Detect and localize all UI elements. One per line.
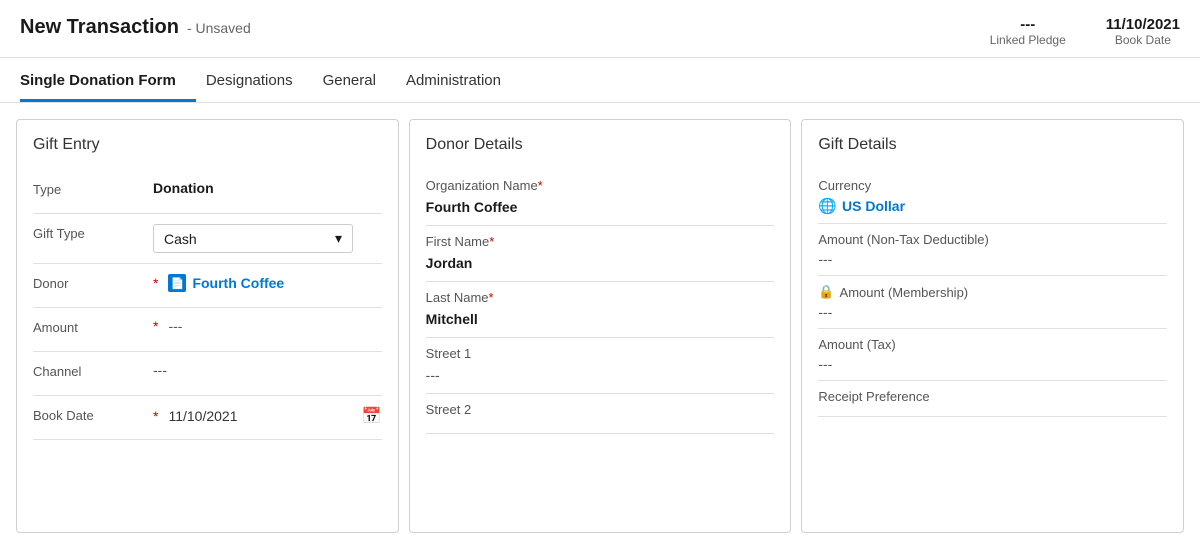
book-date-meta: 11/10/2021 Book Date [1106,16,1180,47]
amount-tax-label: Amount (Tax) [818,337,1167,352]
street2-label: Street 2 [426,402,775,417]
page-subtitle: - Unsaved [187,20,251,36]
street2-block: Street 2 [426,394,775,434]
street2-value [426,421,775,425]
book-date-value: 11/10/2021 [1106,16,1180,33]
amount-required-marker: * [153,318,158,334]
linked-pledge-label: Linked Pledge [990,33,1066,47]
last-name-block: Last Name* Mitchell [426,282,775,338]
currency-value[interactable]: 🌐 US Dollar [818,197,1167,215]
donor-required-marker: * [153,275,158,291]
tab-administration[interactable]: Administration [406,60,521,102]
book-date-field-value: 11/10/2021 [168,408,237,424]
first-name-value: Jordan [426,253,775,273]
amount-field-row: Amount * --- [33,308,382,352]
book-date-wrapper[interactable]: 11/10/2021 📅 [168,406,381,426]
currency-label: Currency [818,178,1167,193]
book-date-required-marker: * [153,408,158,424]
tab-bar: Single Donation Form Designations Genera… [0,60,1200,103]
donor-value[interactable]: 📄 Fourth Coffee [168,274,284,292]
channel-field-row: Channel --- [33,352,382,396]
gift-type-label: Gift Type [33,224,153,241]
header-meta-group: --- Linked Pledge 11/10/2021 Book Date [990,16,1180,47]
street1-block: Street 1 --- [426,338,775,394]
account-icon: 📄 [168,274,186,292]
globe-icon: 🌐 [818,197,837,215]
book-date-field-label: Book Date [33,406,153,423]
tab-designations[interactable]: Designations [206,60,313,102]
calendar-icon[interactable]: 📅 [362,406,382,426]
channel-label: Channel [33,362,153,379]
page-header: New Transaction - Unsaved --- Linked Ple… [0,0,1200,58]
org-name-value: Fourth Coffee [426,197,775,217]
page-title: New Transaction [20,16,179,39]
gift-type-select[interactable]: Cash ▾ [153,224,353,253]
receipt-pref-label: Receipt Preference [818,389,1167,404]
linked-pledge-meta: --- Linked Pledge [990,16,1066,47]
gift-details-title: Gift Details [818,136,1167,154]
book-date-label: Book Date [1115,33,1171,47]
amount-membership-value: --- [818,304,1167,320]
tab-general[interactable]: General [323,60,396,102]
chevron-down-icon: ▾ [335,230,342,247]
channel-value[interactable]: --- [153,362,382,378]
tab-single-donation-form[interactable]: Single Donation Form [20,60,196,102]
amount-tax-block: Amount (Tax) --- [818,329,1167,381]
header-title-group: New Transaction - Unsaved [20,16,251,39]
last-name-label: Last Name* [426,290,775,305]
amount-nontax-label: Amount (Non-Tax Deductible) [818,232,1167,247]
amount-value[interactable]: --- [168,318,182,334]
type-label: Type [33,180,153,197]
gift-type-selected-value: Cash [164,231,197,247]
type-value: Donation [153,180,382,196]
main-content: Gift Entry Type Donation Gift Type Cash … [0,103,1200,533]
donor-field-row: Donor * 📄 Fourth Coffee [33,264,382,308]
gift-type-select-wrapper[interactable]: Cash ▾ [153,224,382,253]
amount-nontax-block: Amount (Non-Tax Deductible) --- [818,224,1167,276]
gift-entry-title: Gift Entry [33,136,382,154]
amount-label: Amount [33,318,153,335]
street1-label: Street 1 [426,346,775,361]
org-name-label: Organization Name* [426,178,775,193]
lock-icon: 🔒 [818,284,834,300]
last-name-value: Mitchell [426,309,775,329]
gift-entry-panel: Gift Entry Type Donation Gift Type Cash … [16,119,399,533]
amount-tax-value: --- [818,356,1167,372]
amount-membership-block: 🔒 Amount (Membership) --- [818,276,1167,329]
gift-details-panel: Gift Details Currency 🌐 US Dollar Amount… [801,119,1184,533]
amount-membership-label: 🔒 Amount (Membership) [818,284,1167,300]
donor-details-panel: Donor Details Organization Name* Fourth … [409,119,792,533]
amount-nontax-value: --- [818,251,1167,267]
org-name-block: Organization Name* Fourth Coffee [426,170,775,226]
linked-pledge-value: --- [1020,16,1035,33]
first-name-block: First Name* Jordan [426,226,775,282]
first-name-label: First Name* [426,234,775,249]
donor-label: Donor [33,274,153,291]
street1-value: --- [426,365,775,385]
currency-block: Currency 🌐 US Dollar [818,170,1167,224]
donor-details-title: Donor Details [426,136,775,154]
gift-type-field-row: Gift Type Cash ▾ [33,214,382,264]
book-date-field-row: Book Date * 11/10/2021 📅 [33,396,382,440]
receipt-pref-block: Receipt Preference [818,381,1167,417]
type-field-row: Type Donation [33,170,382,214]
